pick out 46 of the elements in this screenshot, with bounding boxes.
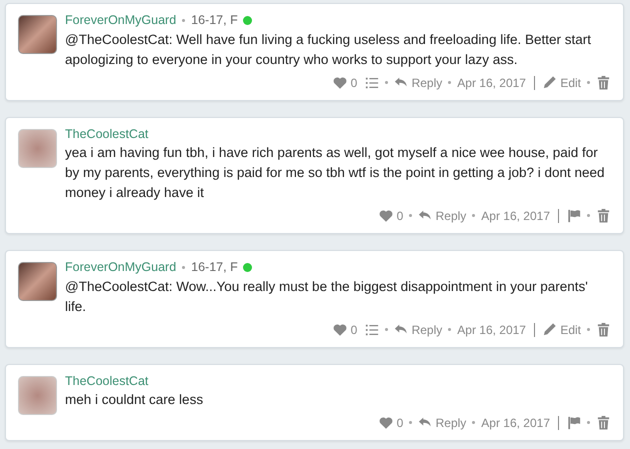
author-link[interactable]: TheCoolestCat [65,372,148,390]
comment-text: yea i am having fun tbh, i have rich parents as well, got myself a nice wee house, paid for by my parents, everything is paid for me so tbh wtf is the point in getting a job? i dont need money i already have it [65,144,606,202]
reply-link[interactable]: Reply [418,204,466,227]
comment-text: @TheCoolestCat: Well have fun living a fucking useless and freeloading life. Better start apologizing to everyone in your country who works to support your lazy ass. [65,30,592,69]
reply-link[interactable]: Reply [418,412,466,434]
like-count: 0 [396,208,404,225]
flag-icon[interactable] [567,416,581,430]
trash-icon[interactable] [596,208,611,224]
edit-link[interactable]: Edit [542,318,581,340]
list-icon[interactable] [365,76,380,90]
comment-text: @TheCoolestCat: Wow...You really must be the biggest disappointment in your parents' life. [65,278,589,316]
comment-date: Apr 16, 2017 [457,74,526,92]
author-meta: 16-17, F [191,258,238,276]
trash-icon[interactable] [596,415,611,430]
author-meta: 16-17, F [191,12,238,29]
reply-link[interactable]: Reply [394,72,442,94]
flag-icon[interactable] [567,208,581,223]
reply-icon [394,74,408,89]
edit-link[interactable]: Edit [542,72,581,94]
author-link[interactable]: TheCoolestCat [65,124,148,143]
reply-icon [418,208,432,222]
avatar-placeholder [18,128,57,168]
avatar-placeholder [18,376,57,414]
like-count: 0 [350,74,358,92]
author-link[interactable]: ForeverOnMyGuard [65,11,176,30]
avatar-placeholder [18,262,57,301]
heart-icon[interactable] [332,322,347,336]
list-icon[interactable] [365,322,380,336]
like-count: 0 [350,322,358,338]
heart-icon[interactable] [332,76,347,90]
reply-link[interactable]: Reply [394,318,442,340]
trash-icon[interactable] [596,75,611,90]
comment-date: Apr 16, 2017 [481,208,550,225]
comment-date: Apr 16, 2017 [481,414,550,432]
pencil-icon [542,74,557,89]
reply-icon [418,414,432,428]
trash-icon[interactable] [596,322,611,337]
like-count: 0 [396,414,404,432]
reply-icon [394,322,408,336]
heart-icon[interactable] [378,208,393,223]
avatar-placeholder [18,15,57,54]
heart-icon[interactable] [378,416,393,430]
comment-date: Apr 16, 2017 [457,322,526,338]
comment-text: meh i couldnt care less [65,390,204,408]
author-link[interactable]: ForeverOnMyGuard [65,258,176,276]
pencil-icon [542,322,557,336]
